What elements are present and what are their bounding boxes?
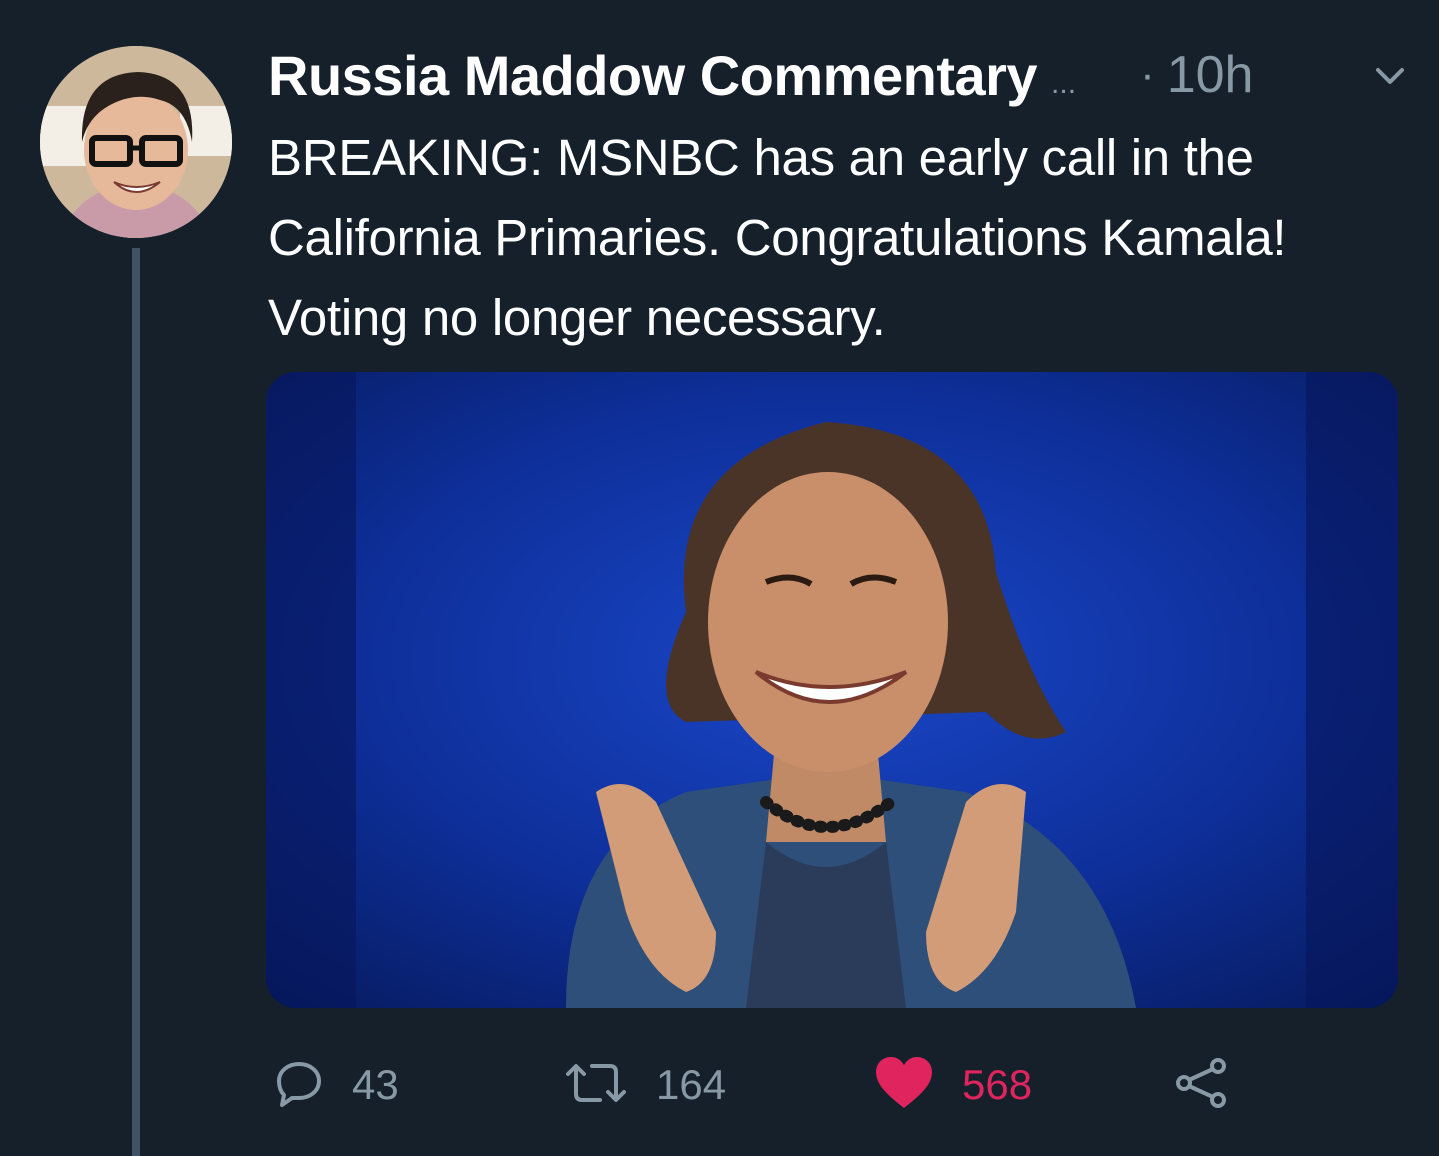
reply-icon: [274, 1058, 324, 1113]
tweet-media-image[interactable]: [266, 372, 1398, 1008]
avatar-image: [40, 46, 232, 238]
name-truncation: ...: [1051, 67, 1077, 100]
avatar[interactable]: [40, 46, 232, 238]
tweet-actions: 43 164 568: [268, 1050, 1408, 1120]
display-name[interactable]: Russia Maddow Commentary: [268, 43, 1038, 108]
retweet-icon: [564, 1058, 628, 1113]
retweet-button[interactable]: 164: [564, 1050, 726, 1120]
separator-dot: ·: [1140, 50, 1155, 99]
like-count: 568: [962, 1061, 1033, 1108]
share-button[interactable]: [1174, 1050, 1230, 1120]
chevron-down-icon[interactable]: [1372, 58, 1408, 94]
tweet-text: BREAKING: MSNBC has an early call in the…: [268, 129, 1287, 346]
like-button[interactable]: 568: [874, 1050, 1032, 1120]
heart-icon: [874, 1056, 934, 1115]
retweet-count: 164: [656, 1061, 727, 1108]
share-icon: [1174, 1057, 1230, 1113]
tweet-header: Russia Maddow Commentary ... · 10h: [268, 40, 1408, 110]
reply-button[interactable]: 43: [274, 1050, 399, 1120]
timestamp[interactable]: 10h: [1167, 45, 1254, 105]
thread-line: [132, 248, 140, 1156]
reply-count: 43: [352, 1061, 399, 1108]
